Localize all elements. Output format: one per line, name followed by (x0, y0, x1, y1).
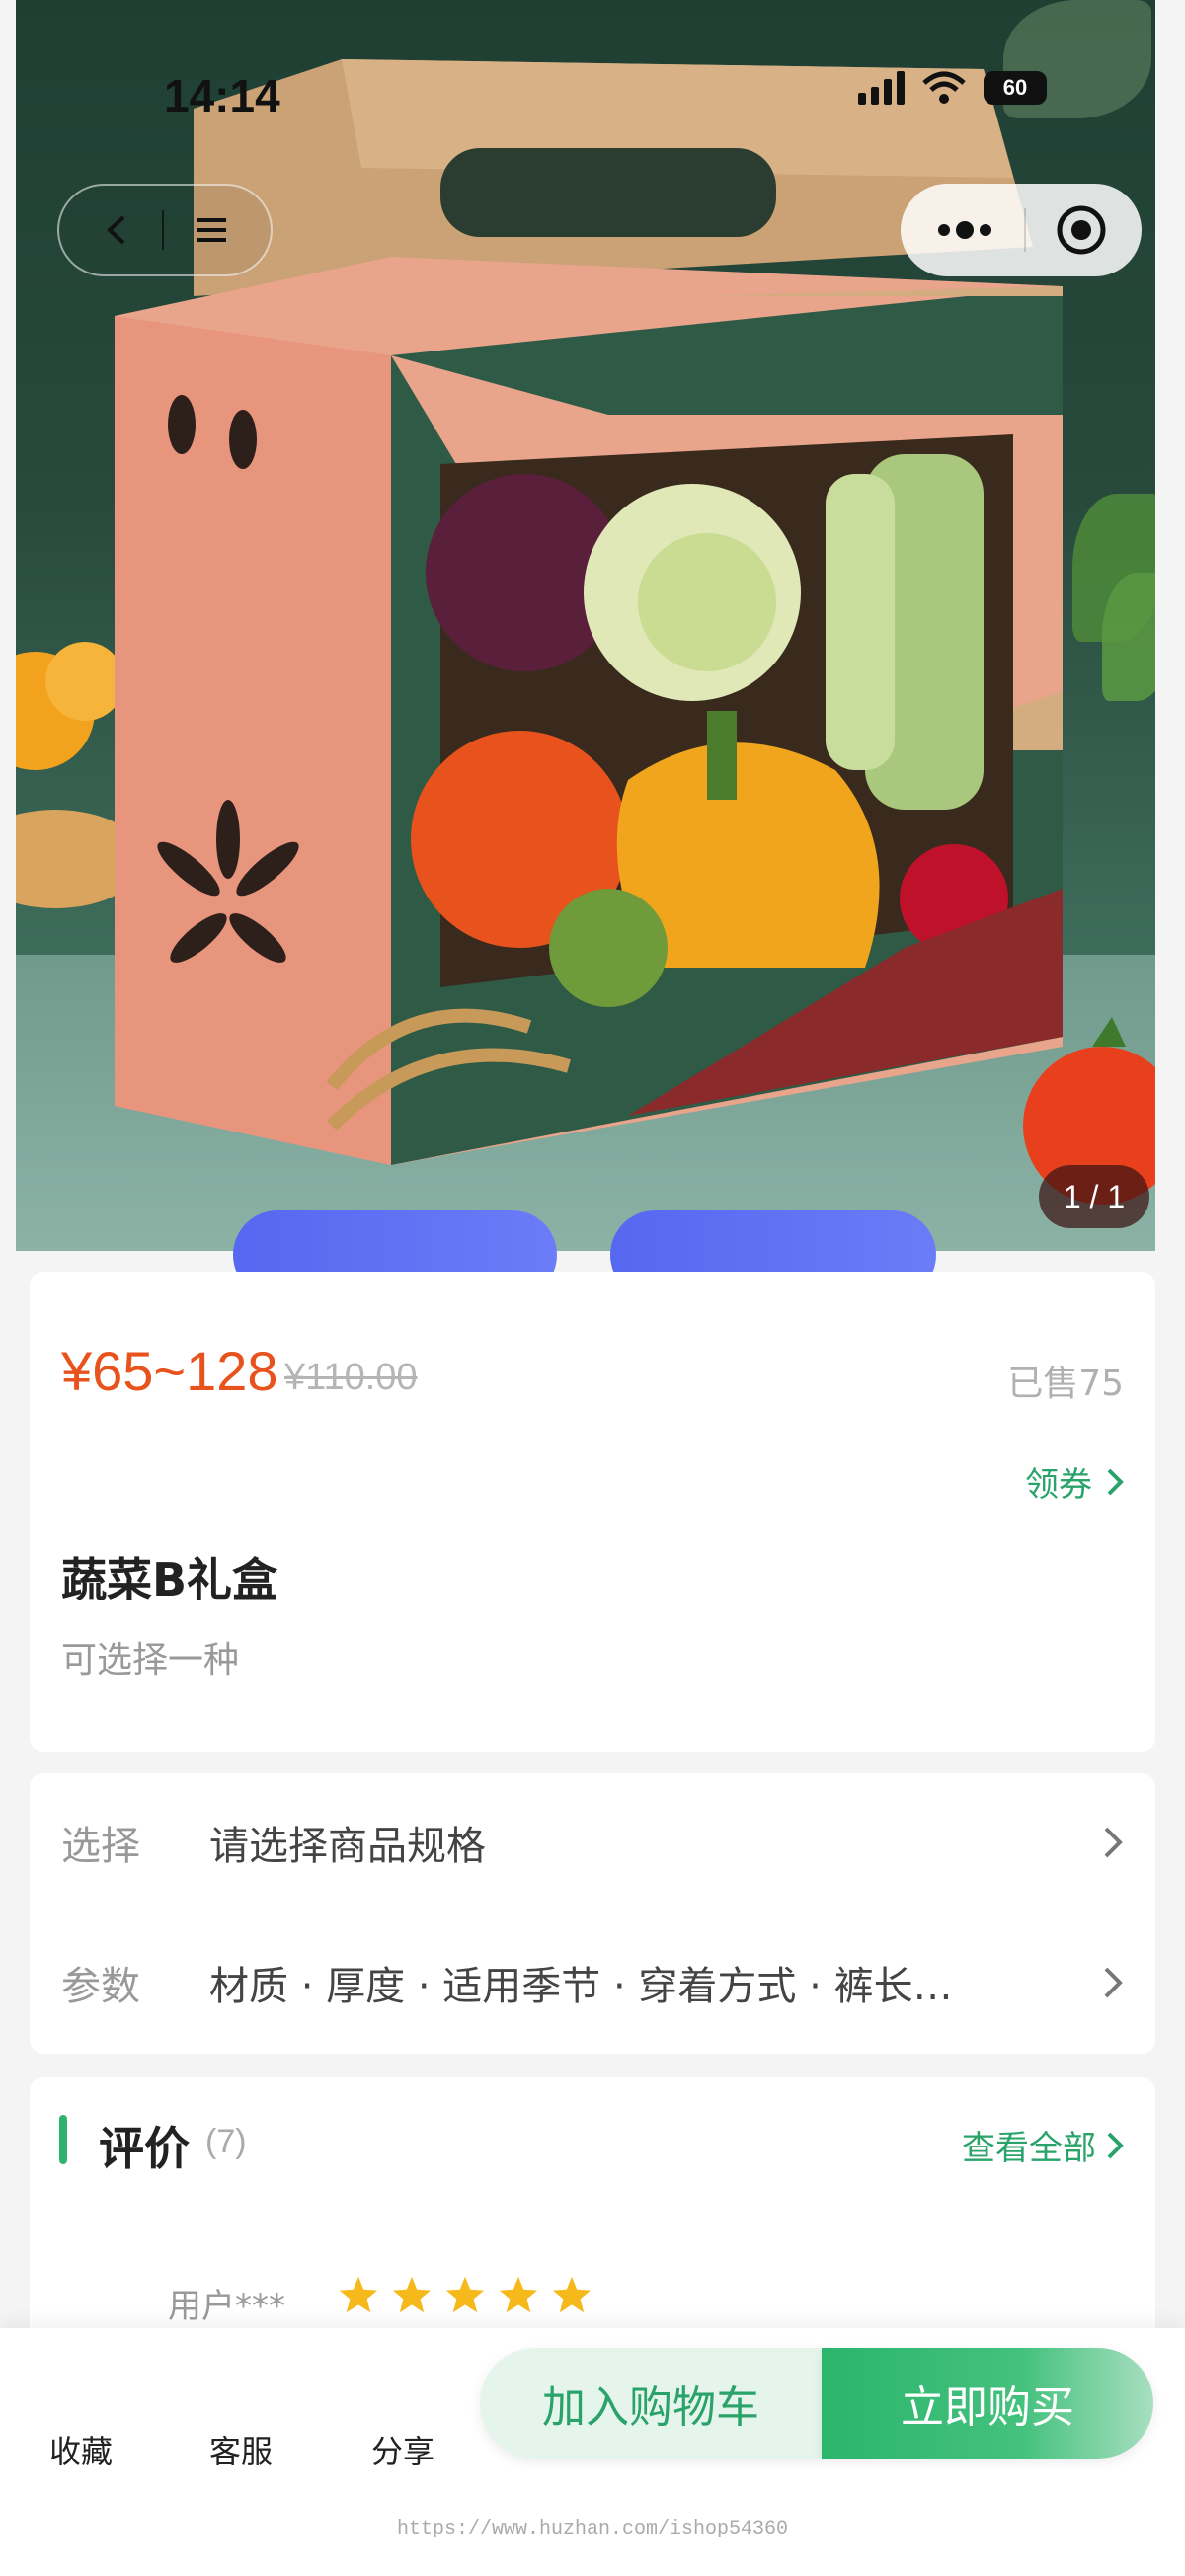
review-title: 评价 (99, 2122, 190, 2175)
share-button[interactable]: 分享 (371, 2427, 434, 2472)
mini-program-capsule (901, 184, 1142, 276)
star-icon (392, 2276, 432, 2313)
menu-icon[interactable] (195, 215, 228, 245)
coupon-label: 领券 (1025, 1465, 1092, 1505)
customer-service-button[interactable]: 客服 (209, 2427, 273, 2472)
status-time: 14:14 (164, 70, 280, 121)
add-to-cart-button[interactable]: 加入购物车 (480, 2348, 822, 2459)
product-image[interactable]: 14:14 60 1 / 1 (16, 0, 1155, 1251)
divider (161, 210, 164, 250)
battery-icon: 60 (984, 71, 1047, 105)
watermark-url: https://www.huzhan.com/ishop54360 (396, 2518, 789, 2540)
select-value: 请选择商品规格 (209, 1824, 486, 1869)
view-all-label: 查看全部 (962, 2129, 1096, 2168)
wifi-icon (922, 71, 966, 104)
spec-card: 选择 请选择商品规格 参数 材质 · 厚度 · 适用季节 · 穿着方式 · 裤长… (30, 1773, 1155, 2054)
price: ¥65~128 (61, 1340, 278, 1402)
review-user: 用户*** (168, 2287, 285, 2326)
favorite-button[interactable]: 收藏 (49, 2427, 113, 2472)
params-label: 参数 (61, 1964, 140, 2009)
params-row[interactable]: 参数 材质 · 厚度 · 适用季节 · 穿着方式 · 裤长… (61, 1953, 1124, 2012)
select-spec-row[interactable]: 选择 请选择商品规格 (61, 1813, 1124, 1872)
signal-icon (858, 71, 905, 105)
sold-count: 已售75 (1007, 1364, 1124, 1404)
chevron-right-icon (1104, 1827, 1123, 1858)
buy-now-button[interactable]: 立即购买 (822, 2348, 1153, 2459)
review-count: (7) (205, 2123, 247, 2160)
star-icon (339, 2276, 378, 2313)
nav-pill (57, 184, 273, 276)
price-card: ¥65~128 ¥110.00 已售75 领券 蔬菜B礼盒 可选择一种 (30, 1272, 1155, 1752)
star-icon (552, 2276, 592, 2313)
params-value: 材质 · 厚度 · 适用季节 · 穿着方式 · 裤长… (209, 1964, 953, 2009)
chevron-right-icon (1107, 1468, 1124, 1495)
coupon-button[interactable]: 领券 (1025, 1457, 1124, 1506)
product-title: 蔬菜B礼盒 (61, 1553, 278, 1606)
back-icon[interactable] (102, 213, 131, 247)
product-subtitle: 可选择一种 (61, 1640, 240, 1680)
view-all-reviews-link[interactable]: 查看全部 (962, 2121, 1124, 2169)
review-stars (338, 2275, 592, 2314)
section-accent-bar (59, 2115, 67, 2164)
more-icon[interactable] (934, 219, 995, 241)
status-icons: 60 (858, 71, 1047, 105)
divider (1023, 208, 1026, 252)
select-label: 选择 (61, 1824, 140, 1869)
chevron-right-icon (1104, 1967, 1123, 1998)
image-counter: 1 / 1 (1039, 1165, 1149, 1228)
chevron-right-icon (1107, 2132, 1124, 2158)
star-icon (499, 2276, 538, 2313)
star-icon (445, 2276, 485, 2313)
close-target-icon[interactable] (1055, 203, 1108, 257)
original-price: ¥110.00 (284, 1357, 418, 1398)
